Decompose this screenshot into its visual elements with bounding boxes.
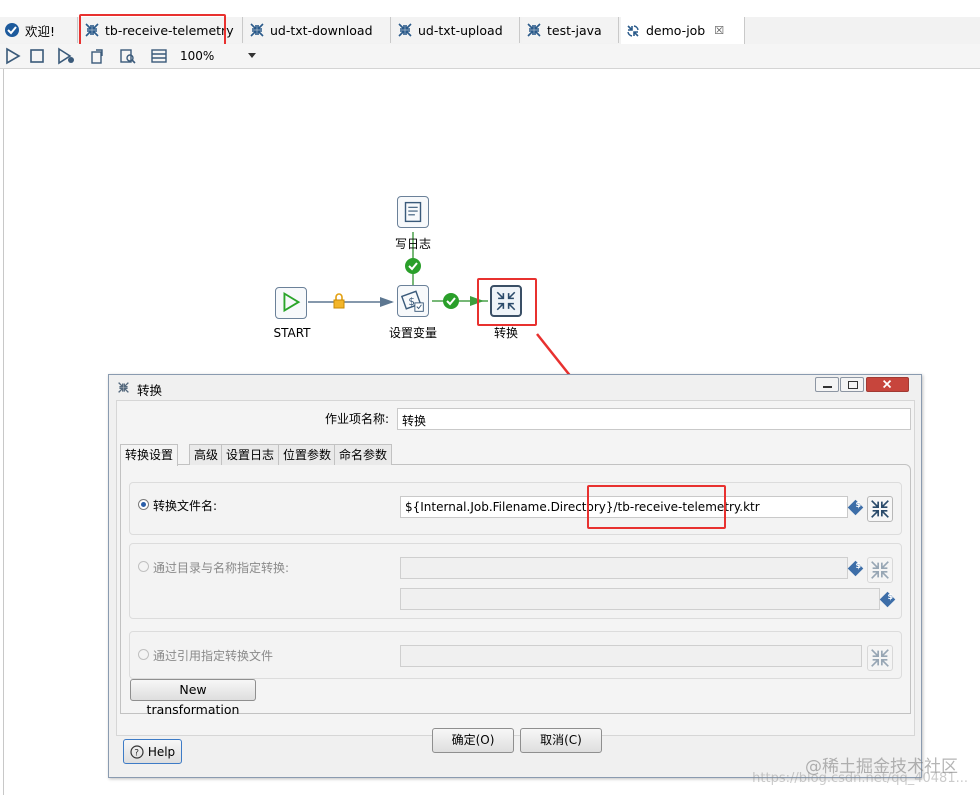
transformation-icon	[871, 561, 889, 579]
run-icon[interactable]	[4, 47, 22, 65]
browse-repository-button[interactable]	[867, 557, 893, 583]
tab-advanced[interactable]: 高级	[189, 444, 224, 465]
tab-transformation-settings[interactable]: 转换设置	[120, 444, 179, 466]
node-write-log[interactable]	[397, 196, 429, 228]
node-set-variables[interactable]: $	[397, 285, 429, 317]
chevron-down-icon	[248, 53, 256, 58]
tab-label: 欢迎!	[25, 23, 56, 39]
filename-highlight-box	[587, 485, 726, 529]
set-variables-icon: $	[400, 290, 424, 312]
watermark-url: https://blog.csdn.net/qq_40481...	[752, 771, 968, 786]
close-icon	[882, 379, 892, 389]
reference-option-radio[interactable]	[138, 649, 149, 660]
tab-ud-txt-upload[interactable]: ud-txt-upload	[393, 17, 520, 43]
start-icon	[283, 291, 301, 313]
tab-demo-job[interactable]: demo-job ☒	[621, 17, 745, 44]
svg-text:$: $	[408, 296, 415, 308]
node-label: 转换	[493, 326, 518, 340]
check-icon[interactable]	[443, 293, 459, 309]
maximize-button[interactable]	[840, 377, 864, 392]
job-icon	[627, 24, 639, 37]
help-label: Help	[147, 744, 176, 759]
transformation-icon	[250, 23, 264, 37]
job-entry-name-label: 作业项名称:	[325, 412, 390, 426]
repository-option-label: 通过目录与名称指定转换:	[153, 561, 290, 575]
node-label: 设置变量	[388, 326, 437, 340]
new-transformation-button[interactable]: New transformation	[130, 679, 256, 717]
zoom-value: 100%	[180, 48, 215, 63]
node-label: 写日志	[394, 237, 431, 251]
check-icon[interactable]	[405, 258, 421, 274]
tab-ud-txt-download[interactable]: ud-txt-download	[245, 17, 391, 43]
variable-glyph: $	[855, 500, 862, 510]
tab-parameters[interactable]: 命名参数	[334, 444, 393, 465]
tab-test-java[interactable]: test-java	[522, 17, 619, 43]
node-start[interactable]	[275, 287, 307, 319]
welcome-icon	[5, 23, 19, 37]
sql-icon[interactable]	[150, 47, 168, 65]
variable-glyph: $	[887, 592, 894, 602]
tab-label: demo-job	[646, 23, 706, 38]
transformation-icon	[118, 382, 129, 393]
browse-file-button[interactable]	[867, 496, 893, 522]
tab-arguments[interactable]: 位置参数	[278, 444, 337, 465]
tab-label: ud-txt-upload	[418, 22, 503, 38]
dialog-title: 转换	[137, 383, 163, 398]
reference-input[interactable]	[400, 645, 862, 667]
reference-option-label: 通过引用指定转换文件	[153, 649, 274, 663]
verify-icon[interactable]	[119, 47, 137, 65]
minimize-button[interactable]	[815, 377, 839, 392]
lock-icon[interactable]	[332, 293, 346, 309]
ok-button[interactable]: 确定(O)	[432, 728, 514, 753]
tab-label: test-java	[547, 22, 602, 38]
cancel-button[interactable]: 取消(C)	[520, 728, 602, 753]
help-icon: ?	[130, 744, 144, 759]
repository-directory-input[interactable]	[400, 557, 848, 579]
dialog-titlebar[interactable]: 转换	[109, 375, 921, 399]
browse-reference-button[interactable]	[867, 645, 893, 671]
transformation-icon	[398, 23, 412, 37]
file-option-radio[interactable]	[138, 499, 149, 510]
variable-glyph: $	[855, 561, 862, 571]
help-button[interactable]: ? Help	[123, 739, 182, 764]
close-button[interactable]	[866, 377, 909, 392]
node-highlight-box	[477, 278, 537, 326]
job-toolbar: 100%	[0, 44, 980, 69]
tab-logging[interactable]: 设置日志	[221, 444, 280, 465]
repository-name-input[interactable]	[400, 588, 880, 610]
repository-option-radio[interactable]	[138, 561, 149, 572]
replay-icon[interactable]	[88, 47, 106, 65]
tab-welcome[interactable]: 欢迎!	[0, 17, 78, 43]
transformation-icon	[527, 23, 541, 37]
close-tab-icon[interactable]: ☒	[714, 24, 724, 37]
file-option-label: 转换文件名:	[153, 499, 218, 513]
transformation-icon	[871, 649, 889, 667]
svg-text:?: ?	[134, 748, 139, 758]
transformation-icon	[871, 500, 889, 518]
job-entry-name-input[interactable]: 转换	[397, 408, 911, 430]
zoom-select[interactable]: 100%	[180, 46, 258, 65]
write-log-icon	[404, 201, 422, 223]
debug-icon[interactable]	[57, 47, 75, 65]
stop-icon[interactable]	[28, 47, 46, 65]
tab-label: ud-txt-download	[270, 22, 373, 38]
node-label: START	[273, 326, 311, 340]
